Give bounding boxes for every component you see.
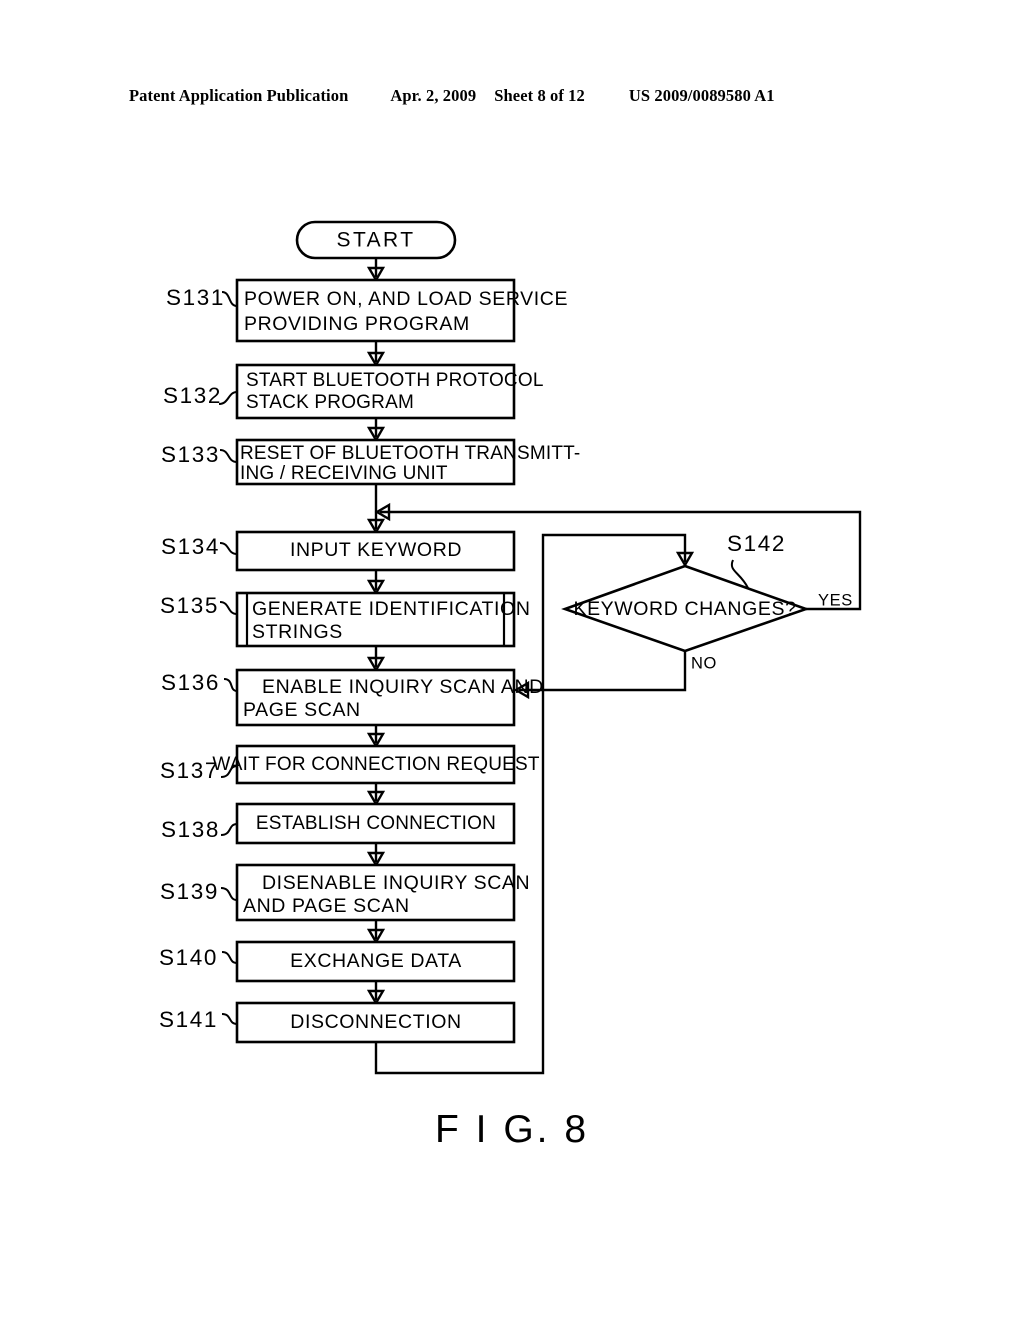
step-label-s139: S139 (160, 879, 238, 904)
decision-s142-id: S142 (727, 531, 786, 556)
step-s139-id: S139 (160, 879, 219, 904)
step-label-s138: S138 (161, 817, 238, 842)
step-s136-line2: PAGE SCAN (243, 699, 361, 721)
step-s135-line2: STRINGS (252, 621, 343, 643)
step-s139-line1: DISENABLE INQUIRY SCAN (262, 872, 530, 894)
step-box-s141: DISCONNECTION (235, 1001, 516, 1044)
step-label-s136: S136 (161, 670, 238, 695)
step-box-s136: ENABLE INQUIRY SCAN AND PAGE SCAN (235, 668, 544, 727)
step-box-s135: GENERATE IDENTIFICATION STRINGS (235, 591, 531, 648)
step-box-s132: START BLUETOOTH PROTOCOL STACK PROGRAM (235, 363, 544, 420)
step-s138-id: S138 (161, 817, 220, 842)
step-s133-line1: RESET OF BLUETOOTH TRANSMITT- (240, 443, 580, 464)
step-s137-id: S137 (160, 758, 219, 783)
decision-label-s142: S142 (727, 531, 786, 589)
step-s137-line1: WAIT FOR CONNECTION REQUEST (212, 754, 540, 775)
step-s134-id: S134 (161, 534, 220, 559)
decision-s142: KEYWORD CHANGES? (561, 564, 810, 653)
step-s136-id: S136 (161, 670, 220, 695)
step-s133-id: S133 (161, 442, 220, 467)
step-s135-id: S135 (160, 593, 219, 618)
patent-sheet: Patent Application Publication Apr. 2, 2… (0, 0, 1024, 1320)
step-box-s131: POWER ON, AND LOAD SERVICE PROVIDING PRO… (235, 278, 568, 343)
step-s132-line1: START BLUETOOTH PROTOCOL (246, 370, 544, 391)
step-box-s139: DISENABLE INQUIRY SCAN AND PAGE SCAN (235, 863, 530, 922)
step-label-s132: S132 (163, 383, 238, 408)
decision-s142-label: KEYWORD CHANGES? (573, 598, 796, 620)
step-s134-line1: INPUT KEYWORD (290, 539, 462, 561)
step-label-s134: S134 (161, 534, 238, 559)
step-s141-line1: DISCONNECTION (290, 1011, 461, 1033)
step-s140-line1: EXCHANGE DATA (290, 950, 462, 972)
terminator-start: START (295, 220, 457, 260)
terminator-start-label: START (337, 229, 416, 252)
step-label-s140: S140 (159, 945, 238, 970)
branch-label-yes: YES (818, 591, 853, 609)
step-label-s131: S131 (166, 285, 238, 310)
step-s131-line2: PROVIDING PROGRAM (244, 313, 470, 335)
step-s131-id: S131 (166, 285, 225, 310)
step-s133-line2: ING / RECEIVING UNIT (240, 463, 448, 484)
step-s136-line1: ENABLE INQUIRY SCAN AND (262, 676, 544, 698)
step-label-s141: S141 (159, 1007, 238, 1032)
step-s132-line2: STACK PROGRAM (246, 392, 414, 413)
step-s139-line2: AND PAGE SCAN (243, 895, 410, 917)
figure-caption: F I G. 8 (434, 1108, 590, 1151)
step-box-s134: INPUT KEYWORD (235, 530, 516, 572)
step-box-s133: RESET OF BLUETOOTH TRANSMITT- ING / RECE… (235, 438, 580, 486)
step-s140-id: S140 (159, 945, 218, 970)
step-s138-line1: ESTABLISH CONNECTION (256, 813, 496, 834)
step-label-s135: S135 (160, 593, 238, 618)
step-s135-line1: GENERATE IDENTIFICATION (252, 598, 531, 620)
branch-label-no: NO (691, 654, 717, 672)
step-s141-id: S141 (159, 1007, 218, 1032)
step-box-s138: ESTABLISH CONNECTION (235, 802, 516, 845)
step-s132-id: S132 (163, 383, 222, 408)
step-s131-line1: POWER ON, AND LOAD SERVICE (244, 288, 568, 310)
step-box-s140: EXCHANGE DATA (235, 940, 516, 983)
step-label-s133: S133 (161, 442, 238, 467)
step-box-s137: WAIT FOR CONNECTION REQUEST (212, 744, 540, 785)
